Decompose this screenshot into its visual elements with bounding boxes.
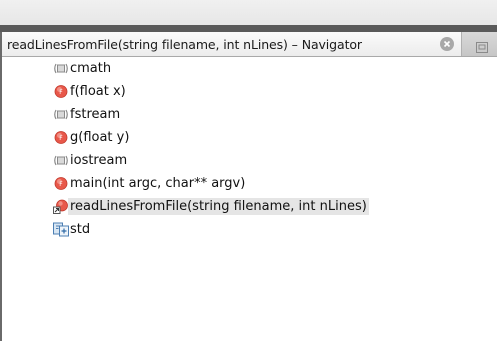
list-item-label: main(int argc, char** argv) bbox=[70, 176, 246, 191]
list-item-label: cmath bbox=[70, 61, 112, 76]
svg-text:F: F bbox=[59, 89, 63, 96]
svg-text:F: F bbox=[59, 181, 63, 188]
restore-window-icon[interactable] bbox=[476, 38, 488, 53]
top-divider-band bbox=[0, 25, 497, 32]
close-icon[interactable] bbox=[440, 37, 454, 51]
svg-text:F: F bbox=[59, 135, 63, 142]
tab-navigator[interactable]: readLinesFromFile(string filename, int n… bbox=[2, 32, 462, 56]
list-item[interactable]: cmath bbox=[2, 57, 497, 80]
tab-title: readLinesFromFile(string filename, int n… bbox=[7, 36, 362, 52]
list-item-label: fstream bbox=[70, 107, 121, 122]
member-list: cmath F f(float x) fstream F g(float y) … bbox=[2, 57, 497, 241]
list-item[interactable]: iostream bbox=[2, 149, 497, 172]
list-item-label: iostream bbox=[70, 153, 128, 168]
list-item-label: g(float y) bbox=[70, 130, 130, 145]
list-item[interactable]: F main(int argc, char** argv) bbox=[2, 172, 497, 195]
list-item-label: f(float x) bbox=[70, 84, 126, 99]
list-item-label: readLinesFromFile(string filename, int n… bbox=[68, 198, 369, 215]
list-item[interactable]: std bbox=[2, 218, 497, 241]
list-item-label: std bbox=[70, 222, 91, 237]
tab-bar: readLinesFromFile(string filename, int n… bbox=[2, 32, 497, 57]
top-toolbar-strip bbox=[0, 0, 497, 26]
list-item-selected[interactable]: readLinesFromFile(string filename, int n… bbox=[2, 195, 497, 218]
navigator-window: readLinesFromFile(string filename, int n… bbox=[0, 0, 497, 341]
navigator-panel: cmath F f(float x) fstream F g(float y) … bbox=[2, 57, 497, 341]
list-item[interactable]: F f(float x) bbox=[2, 80, 497, 103]
list-item[interactable]: F g(float y) bbox=[2, 126, 497, 149]
list-item[interactable]: fstream bbox=[2, 103, 497, 126]
